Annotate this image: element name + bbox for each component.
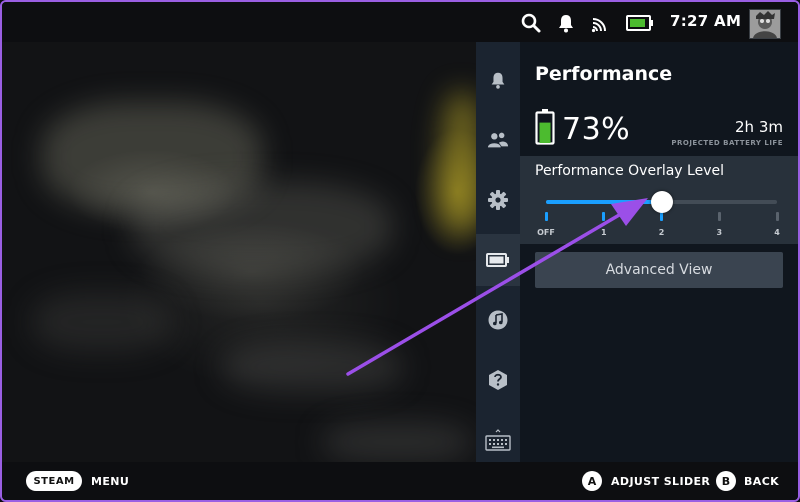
clock: 7:27 AM bbox=[670, 12, 742, 30]
tab-notifications[interactable] bbox=[476, 54, 520, 106]
bottom-hint-bar: STEAM MENU A ADJUST SLIDER B BACK bbox=[2, 462, 798, 500]
slider-level-label: 3 bbox=[716, 228, 723, 237]
panel-title: Performance bbox=[535, 63, 673, 85]
tab-settings[interactable] bbox=[476, 174, 520, 226]
performance-overlay-slider-section: Performance Overlay Level OFF 1 2 3 4 bbox=[520, 156, 798, 244]
back-hint: BACK bbox=[744, 475, 780, 488]
keyboard-icon bbox=[485, 429, 511, 451]
battery-level-icon bbox=[535, 109, 555, 145]
tab-performance[interactable] bbox=[476, 234, 520, 286]
battery-icon bbox=[626, 15, 653, 31]
tab-keyboard[interactable] bbox=[476, 418, 520, 462]
advanced-view-button[interactable]: Advanced View bbox=[535, 252, 783, 288]
tab-help[interactable] bbox=[476, 354, 520, 406]
friends-icon bbox=[487, 132, 509, 148]
slider-notch bbox=[544, 212, 548, 221]
help-icon bbox=[489, 370, 507, 390]
notification-bell-icon[interactable] bbox=[555, 12, 577, 34]
b-button-icon: B bbox=[716, 471, 736, 491]
wifi-icon bbox=[591, 18, 606, 33]
battery-icon bbox=[486, 253, 509, 267]
quick-access-tabs bbox=[476, 42, 520, 462]
blurred-background bbox=[2, 42, 482, 462]
bell-icon bbox=[491, 72, 505, 89]
slider-notch bbox=[775, 212, 779, 221]
search-icon[interactable] bbox=[520, 12, 542, 34]
slider-notch bbox=[602, 212, 606, 221]
a-button-icon: A bbox=[582, 471, 602, 491]
tab-friends[interactable] bbox=[476, 114, 520, 166]
projected-battery-time: 2h 3m bbox=[735, 118, 783, 136]
performance-panel: Performance 73% 2h 3m PROJECTED BATTERY … bbox=[520, 42, 798, 462]
music-icon bbox=[488, 310, 508, 330]
slider-level-label: 4 bbox=[774, 228, 780, 237]
top-status-bar: 7:27 AM bbox=[2, 2, 798, 42]
slider-level-label: 1 bbox=[600, 228, 607, 237]
battery-percentage: 73% bbox=[562, 112, 631, 147]
steam-deck-screen: 7:27 AM Performance 73% 2h 3m PROJECTED … bbox=[0, 0, 800, 502]
avatar[interactable] bbox=[749, 9, 781, 39]
slider-notch bbox=[660, 212, 663, 221]
gear-icon bbox=[488, 190, 508, 210]
menu-hint-label: MENU bbox=[91, 475, 130, 488]
overlay-level-label: Performance Overlay Level bbox=[535, 163, 724, 179]
overlay-slider-knob[interactable] bbox=[650, 191, 673, 213]
slider-level-label: OFF bbox=[537, 228, 555, 237]
tab-music[interactable] bbox=[476, 294, 520, 346]
overlay-slider-fill bbox=[546, 200, 662, 204]
slider-notch bbox=[717, 212, 721, 221]
projected-battery-label: PROJECTED BATTERY LIFE bbox=[671, 139, 783, 147]
steam-button[interactable]: STEAM bbox=[26, 471, 82, 491]
slider-level-label: 2 bbox=[658, 228, 665, 237]
adjust-slider-hint: ADJUST SLIDER bbox=[611, 475, 711, 488]
